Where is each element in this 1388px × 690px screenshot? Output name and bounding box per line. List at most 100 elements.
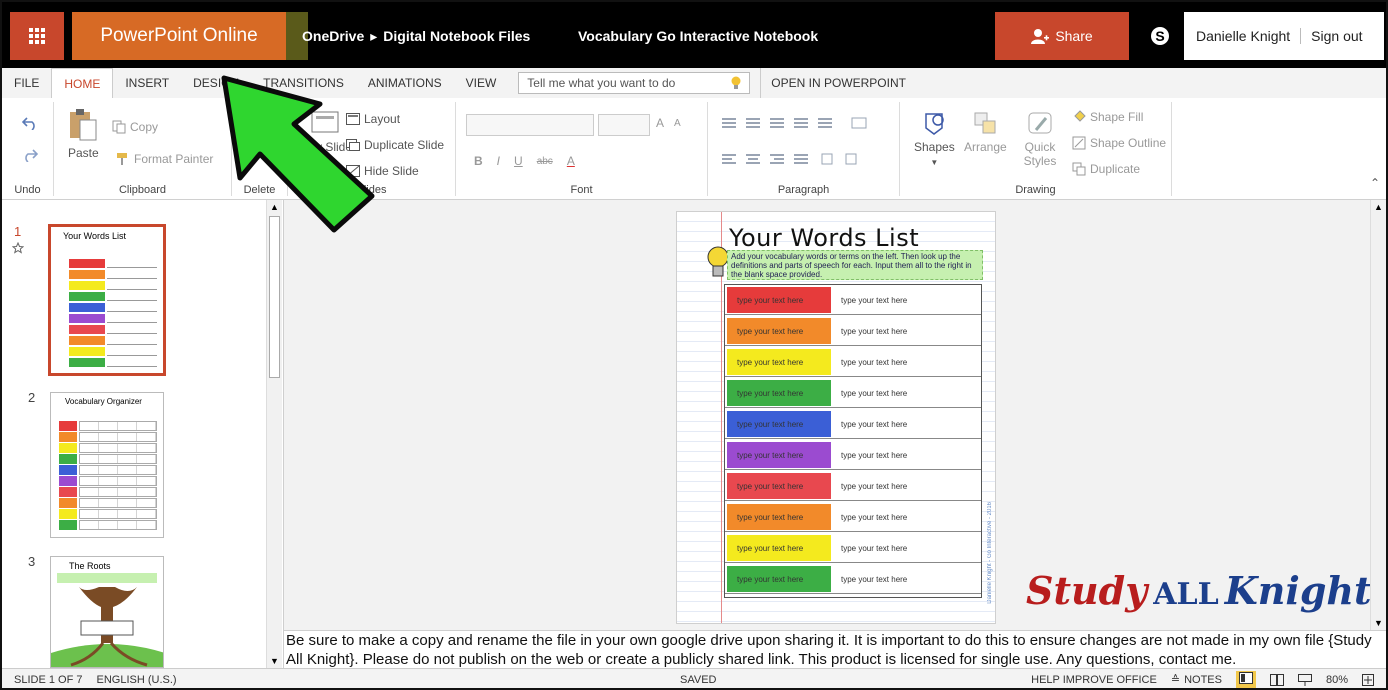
slide-thumbnail-3[interactable]: The Roots (50, 556, 164, 668)
tab-view[interactable]: VIEW (454, 68, 509, 98)
vocab-definition-field[interactable]: type your text here (835, 380, 979, 406)
vocab-term-field[interactable]: type your text here (727, 473, 831, 499)
notes-toggle[interactable]: ≙ NOTES (1170, 673, 1222, 687)
vocab-definition-field[interactable]: type your text here (835, 318, 979, 344)
sign-out-link[interactable]: Sign out (1301, 28, 1362, 44)
vocab-term-field[interactable]: type your text here (727, 442, 831, 468)
help-improve-link[interactable]: HELP IMPROVE OFFICE (1031, 674, 1157, 686)
format-painter-button[interactable]: Format Painter (116, 152, 213, 166)
reading-view-icon[interactable] (1269, 673, 1284, 686)
bold-button[interactable]: B (474, 154, 483, 168)
slide-thumbnail-2[interactable]: Vocabulary Organizer (50, 392, 164, 538)
underline-button[interactable]: U (514, 154, 523, 168)
layout-button[interactable]: Layout (346, 112, 400, 126)
arrange-label: Arrange (964, 140, 1007, 154)
lightbulb-icon (707, 246, 729, 277)
vocab-definition-field[interactable]: type your text here (835, 442, 979, 468)
font-color-button[interactable]: A (567, 154, 575, 168)
vocab-term-field[interactable]: type your text here (727, 318, 831, 344)
font-size-select[interactable] (598, 114, 650, 136)
vocab-definition-field[interactable]: type your text here (835, 287, 979, 313)
shapes-button[interactable]: Shapes ▼ (914, 110, 955, 167)
vocab-term-field[interactable]: type your text here (727, 287, 831, 313)
fit-to-window-icon[interactable] (1362, 673, 1374, 686)
clipboard-group-label: Clipboard (118, 184, 167, 196)
vocab-term-field[interactable]: type your text here (727, 411, 831, 437)
shrink-font-button[interactable]: A (674, 118, 681, 129)
redo-icon (25, 149, 38, 162)
thumbnail-row-definition (107, 270, 157, 279)
speaker-notes[interactable]: Be sure to make a copy and rename the fi… (284, 630, 1386, 668)
vocab-definition-field[interactable]: type your text here (835, 349, 979, 375)
slide-title[interactable]: Your Words List (729, 224, 919, 252)
arrange-button[interactable]: Arrange (964, 110, 1007, 154)
thumbnails-scrollbar[interactable]: ▲ ▼ (266, 200, 282, 668)
slide-instructions[interactable]: Add your vocabulary words or terms on th… (727, 250, 983, 280)
shape-outline-button[interactable]: Shape Outline (1072, 136, 1166, 150)
vocab-row: type your text here type your text here (725, 440, 981, 470)
thumbnails-scroll-thumb[interactable] (269, 216, 280, 378)
vocab-definition-field[interactable]: type your text here (835, 473, 979, 499)
skype-button[interactable]: S (1138, 12, 1182, 60)
slide-thumbnail-1[interactable]: Your Words List (48, 224, 166, 376)
vocab-definition-field[interactable]: type your text here (835, 504, 979, 530)
thumbnail-row-definition (107, 336, 157, 345)
tab-home[interactable]: HOME (51, 68, 114, 98)
new-slide-label: New Slide (298, 140, 353, 154)
vocab-row: type your text here type your text here (725, 316, 981, 346)
duplicate-slide-button[interactable]: Duplicate Slide (346, 138, 444, 152)
app-launcher-button[interactable] (10, 12, 64, 60)
normal-view-button[interactable] (1235, 671, 1256, 688)
vocab-definition-field[interactable]: type your text here (835, 411, 979, 437)
font-name-select[interactable] (466, 114, 594, 136)
chevron-down-icon: ▼ (930, 158, 939, 167)
vocab-term-field[interactable]: type your text here (727, 349, 831, 375)
quick-styles-button[interactable]: Quick Styles (1018, 110, 1062, 168)
tab-design[interactable]: DESIGN (181, 68, 251, 98)
vocab-term-field[interactable]: type your text here (727, 535, 831, 561)
italic-button[interactable]: I (497, 154, 500, 168)
paint-bucket-icon (1074, 110, 1086, 122)
hide-slide-button[interactable]: Hide Slide (346, 164, 419, 178)
redo-button[interactable] (22, 148, 38, 162)
tab-transitions[interactable]: TRANSITIONS (251, 68, 356, 98)
tell-me-input[interactable]: Tell me what you want to do (518, 72, 751, 94)
paragraph-group: Paragraph (708, 102, 900, 196)
tab-insert[interactable]: INSERT (113, 68, 181, 98)
delete-slide-button[interactable]: Delete (238, 146, 273, 160)
vocab-definition-field[interactable]: type your text here (835, 566, 979, 592)
app-brand[interactable]: PowerPoint Online (72, 12, 286, 60)
notes-icon: ≙ (1170, 674, 1181, 686)
grow-font-button[interactable]: A (656, 116, 664, 130)
shape-fill-button[interactable]: Shape Fill (1072, 110, 1143, 124)
breadcrumb-onedrive[interactable]: OneDrive (302, 28, 364, 44)
vocab-definition-field[interactable]: type your text here (835, 535, 979, 561)
strikethrough-button[interactable]: abc (537, 156, 553, 167)
language-indicator[interactable]: ENGLISH (U.S.) (96, 674, 176, 686)
status-bar: SLIDE 1 OF 7 ENGLISH (U.S.) SAVED HELP I… (2, 668, 1386, 688)
drawing-group-label: Drawing (1015, 184, 1056, 196)
vocab-term-field[interactable]: type your text here (727, 380, 831, 406)
tab-animations[interactable]: ANIMATIONS (356, 68, 454, 98)
paste-button[interactable]: Paste (68, 108, 99, 160)
vocab-term-field[interactable]: type your text here (727, 504, 831, 530)
slideshow-icon[interactable] (1297, 673, 1312, 686)
new-slide-button[interactable]: New Slide (298, 110, 352, 154)
duplicate-shape-button[interactable]: Duplicate (1072, 162, 1140, 176)
slide-editor-scrollbar[interactable]: ▲ ▼ (1370, 200, 1386, 630)
document-title[interactable]: Vocabulary Go Interactive Notebook (578, 12, 818, 60)
zoom-level[interactable]: 80% (1326, 674, 1348, 686)
collapse-ribbon-button[interactable]: ⌃ (1370, 176, 1380, 190)
vocab-term-field[interactable]: type your text here (727, 566, 831, 592)
scroll-up-icon: ▲ (270, 202, 279, 212)
duplicate-icon (1072, 162, 1086, 176)
share-button[interactable]: Share (995, 12, 1129, 60)
user-name[interactable]: Danielle Knight (1184, 28, 1302, 44)
undo-button[interactable] (22, 116, 38, 130)
breadcrumb-folder[interactable]: Digital Notebook Files (383, 28, 530, 44)
open-in-powerpoint-button[interactable]: OPEN IN POWERPOINT (760, 68, 918, 98)
tab-file[interactable]: FILE (2, 68, 51, 98)
hide-slide-label: Hide Slide (364, 164, 419, 178)
copy-button[interactable]: Copy (112, 120, 158, 134)
current-slide[interactable]: Your Words List Add your vocabulary word… (676, 211, 996, 624)
